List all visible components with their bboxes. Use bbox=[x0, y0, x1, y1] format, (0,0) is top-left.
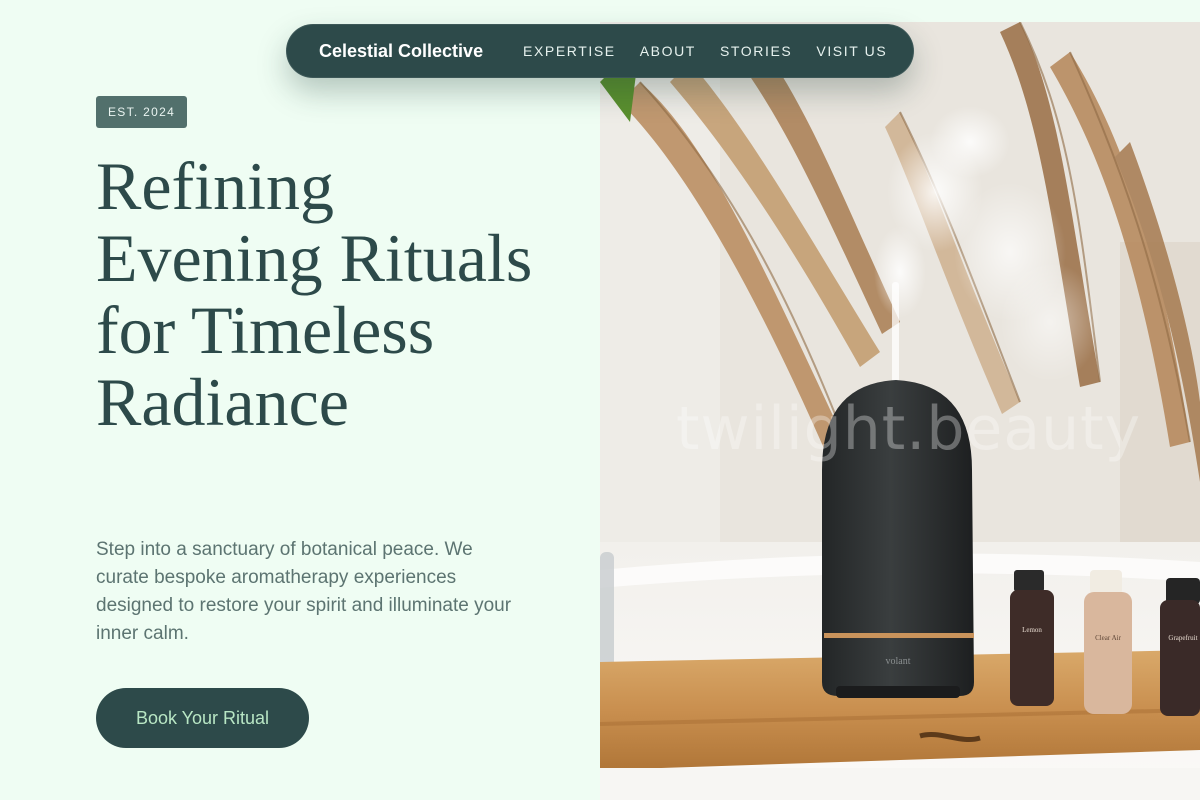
main-nav: Celestial Collective EXPERTISE ABOUT STO… bbox=[286, 24, 914, 78]
nav-links: EXPERTISE ABOUT STORIES VISIT US bbox=[523, 43, 887, 59]
oil-bottle-lemon: Lemon bbox=[1010, 570, 1054, 706]
book-ritual-button[interactable]: Book Your Ritual bbox=[96, 688, 309, 748]
nav-link-expertise[interactable]: EXPERTISE bbox=[523, 43, 616, 59]
bottle-label-grapefruit: Grapefruit bbox=[1168, 634, 1197, 642]
nav-link-stories[interactable]: STORIES bbox=[720, 43, 792, 59]
diffuser-brand: volant bbox=[886, 656, 911, 667]
oil-bottle-grapefruit: Grapefruit bbox=[1160, 578, 1200, 716]
nav-link-about[interactable]: ABOUT bbox=[640, 43, 696, 59]
established-badge: EST. 2024 bbox=[96, 96, 188, 128]
bottle-label-clear-air: Clear Air bbox=[1095, 634, 1122, 642]
nav-link-visit-us[interactable]: VISIT US bbox=[816, 43, 887, 59]
bottle-label-lemon: Lemon bbox=[1022, 626, 1042, 634]
brand-logo[interactable]: Celestial Collective bbox=[319, 41, 483, 62]
hero-intro-text: Step into a sanctuary of botanical peace… bbox=[96, 539, 512, 644]
photo-watermark: twilight.beauty bbox=[676, 394, 1142, 464]
hero-headline: Refining Evening Rituals for Timeless Ra… bbox=[96, 148, 533, 440]
hero-photo: volant Lemon Clear Air Grapefruit twilig… bbox=[600, 22, 1200, 800]
